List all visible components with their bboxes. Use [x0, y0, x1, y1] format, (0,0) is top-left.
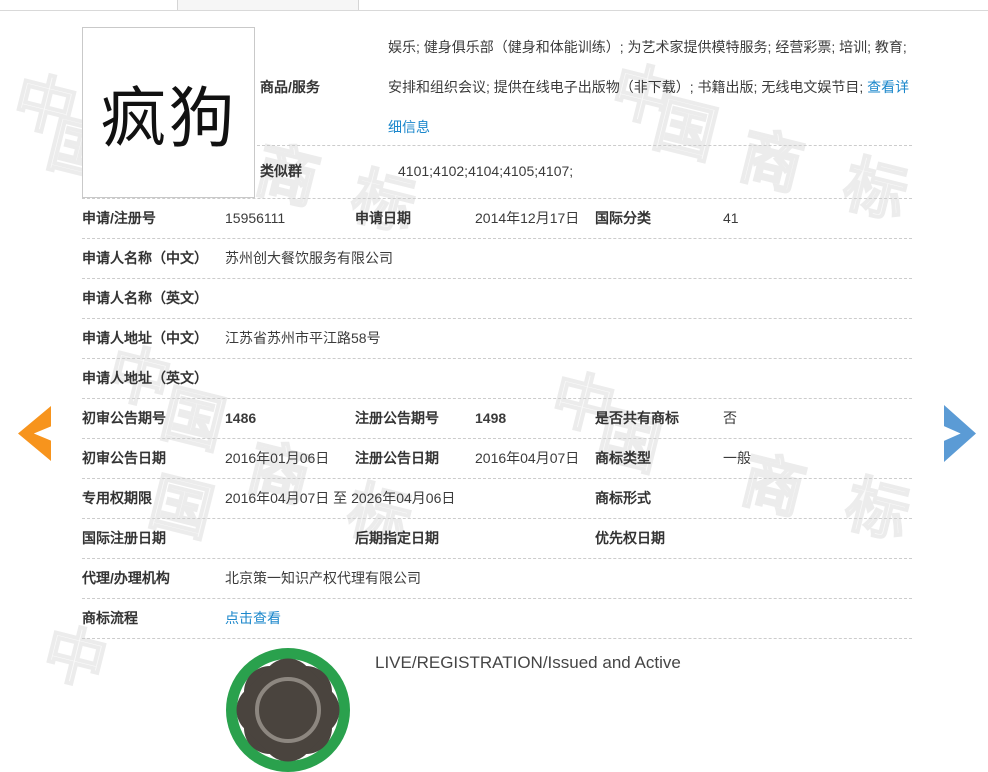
similar-group-value: 4101;4102;4104;4105;4107; [398, 145, 573, 198]
top-tab[interactable] [177, 0, 359, 10]
field-label: 注册公告期号 [355, 399, 439, 438]
trademark-detail-table: 申请/注册号 15956111 申请日期 2014年12月17日 国际分类 41… [82, 198, 912, 639]
section-divider [257, 145, 912, 146]
field-label: 代理/办理机构 [82, 559, 170, 598]
goods-services-value: 娱乐; 健身俱乐部（健身和体能训练）; 为艺术家提供模特服务; 经营彩票; 培训… [388, 27, 912, 147]
field-value: 41 [723, 199, 739, 238]
previous-arrow-icon[interactable] [18, 406, 51, 461]
field-label: 国际分类 [595, 199, 651, 238]
field-value: 2016年04月07日 至 2026年04月06日 [225, 479, 455, 518]
field-value: 2016年04月07日 [475, 439, 579, 478]
field-label: 是否共有商标 [595, 399, 679, 438]
table-row-international-dates: 国际注册日期 后期指定日期 优先权日期 [82, 519, 912, 559]
watermark-char: 中 [7, 69, 82, 144]
table-row-application-number: 申请/注册号 15956111 申请日期 2014年12月17日 国际分类 41 [82, 199, 912, 239]
field-label: 初审公告日期 [82, 439, 166, 478]
field-label: 商标形式 [595, 479, 651, 518]
field-label: 申请日期 [355, 199, 411, 238]
field-label: 商标流程 [82, 599, 138, 638]
table-row-applicant-name-cn: 申请人名称（中文） 苏州创大餐饮服务有限公司 [82, 239, 912, 279]
field-label: 申请人地址（中文） [82, 319, 208, 358]
field-label: 申请人名称（英文） [82, 279, 208, 318]
field-label: 国际注册日期 [82, 519, 166, 558]
field-label: 申请/注册号 [82, 199, 156, 238]
field-value: 2014年12月17日 [475, 199, 579, 238]
field-label: 申请人地址（英文） [82, 359, 208, 398]
field-label: 初审公告期号 [82, 399, 166, 438]
table-row-applicant-address-cn: 申请人地址（中文） 江苏省苏州市平江路58号 [82, 319, 912, 359]
field-label: 商标类型 [595, 439, 651, 478]
field-label: 注册公告日期 [355, 439, 439, 478]
table-row-trademark-process: 商标流程 点击查看 [82, 599, 912, 639]
similar-group-label: 类似群 [260, 145, 302, 198]
next-arrow-icon[interactable] [944, 405, 976, 462]
trademark-image: 疯狗 [82, 27, 255, 198]
goods-services-text: 娱乐; 健身俱乐部（健身和体能训练）; 为艺术家提供模特服务; 经营彩票; 培训… [388, 39, 907, 95]
table-row-applicant-address-en: 申请人地址（英文） [82, 359, 912, 399]
field-value: 江苏省苏州市平江路58号 [225, 319, 381, 358]
field-label: 申请人名称（中文） [82, 239, 208, 278]
field-value: 1498 [475, 399, 506, 438]
table-row-agency: 代理/办理机构 北京策一知识产权代理有限公司 [82, 559, 912, 599]
goods-services-label: 商品/服务 [260, 67, 320, 107]
field-label: 专用权期限 [82, 479, 152, 518]
field-label: 优先权日期 [595, 519, 665, 558]
field-value: 15956111 [225, 199, 285, 238]
table-row-applicant-name-en: 申请人名称（英文） [82, 279, 912, 319]
trademark-image-text: 疯狗 [101, 65, 237, 161]
table-row-gazette-dates: 初审公告日期 2016年01月06日 注册公告日期 2016年04月07日 商标… [82, 439, 912, 479]
seal-inner-ring-icon [255, 677, 321, 743]
click-to-view-link[interactable]: 点击查看 [225, 599, 281, 638]
field-value: 否 [723, 399, 737, 438]
table-row-gazette-numbers: 初审公告期号 1486 注册公告期号 1498 是否共有商标 否 [82, 399, 912, 439]
field-value: 2016年01月06日 [225, 439, 329, 478]
status-text: LIVE/REGISTRATION/Issued and Active [375, 653, 681, 673]
field-value: 苏州创大餐饮服务有限公司 [225, 239, 393, 278]
top-divider [0, 10, 988, 11]
field-value: 北京策一知识产权代理有限公司 [225, 559, 421, 598]
field-value: 1486 [225, 399, 256, 438]
field-label: 后期指定日期 [355, 519, 439, 558]
table-row-exclusive-right-period: 专用权期限 2016年04月07日 至 2026年04月06日 商标形式 [82, 479, 912, 519]
field-value: 一般 [723, 439, 751, 478]
